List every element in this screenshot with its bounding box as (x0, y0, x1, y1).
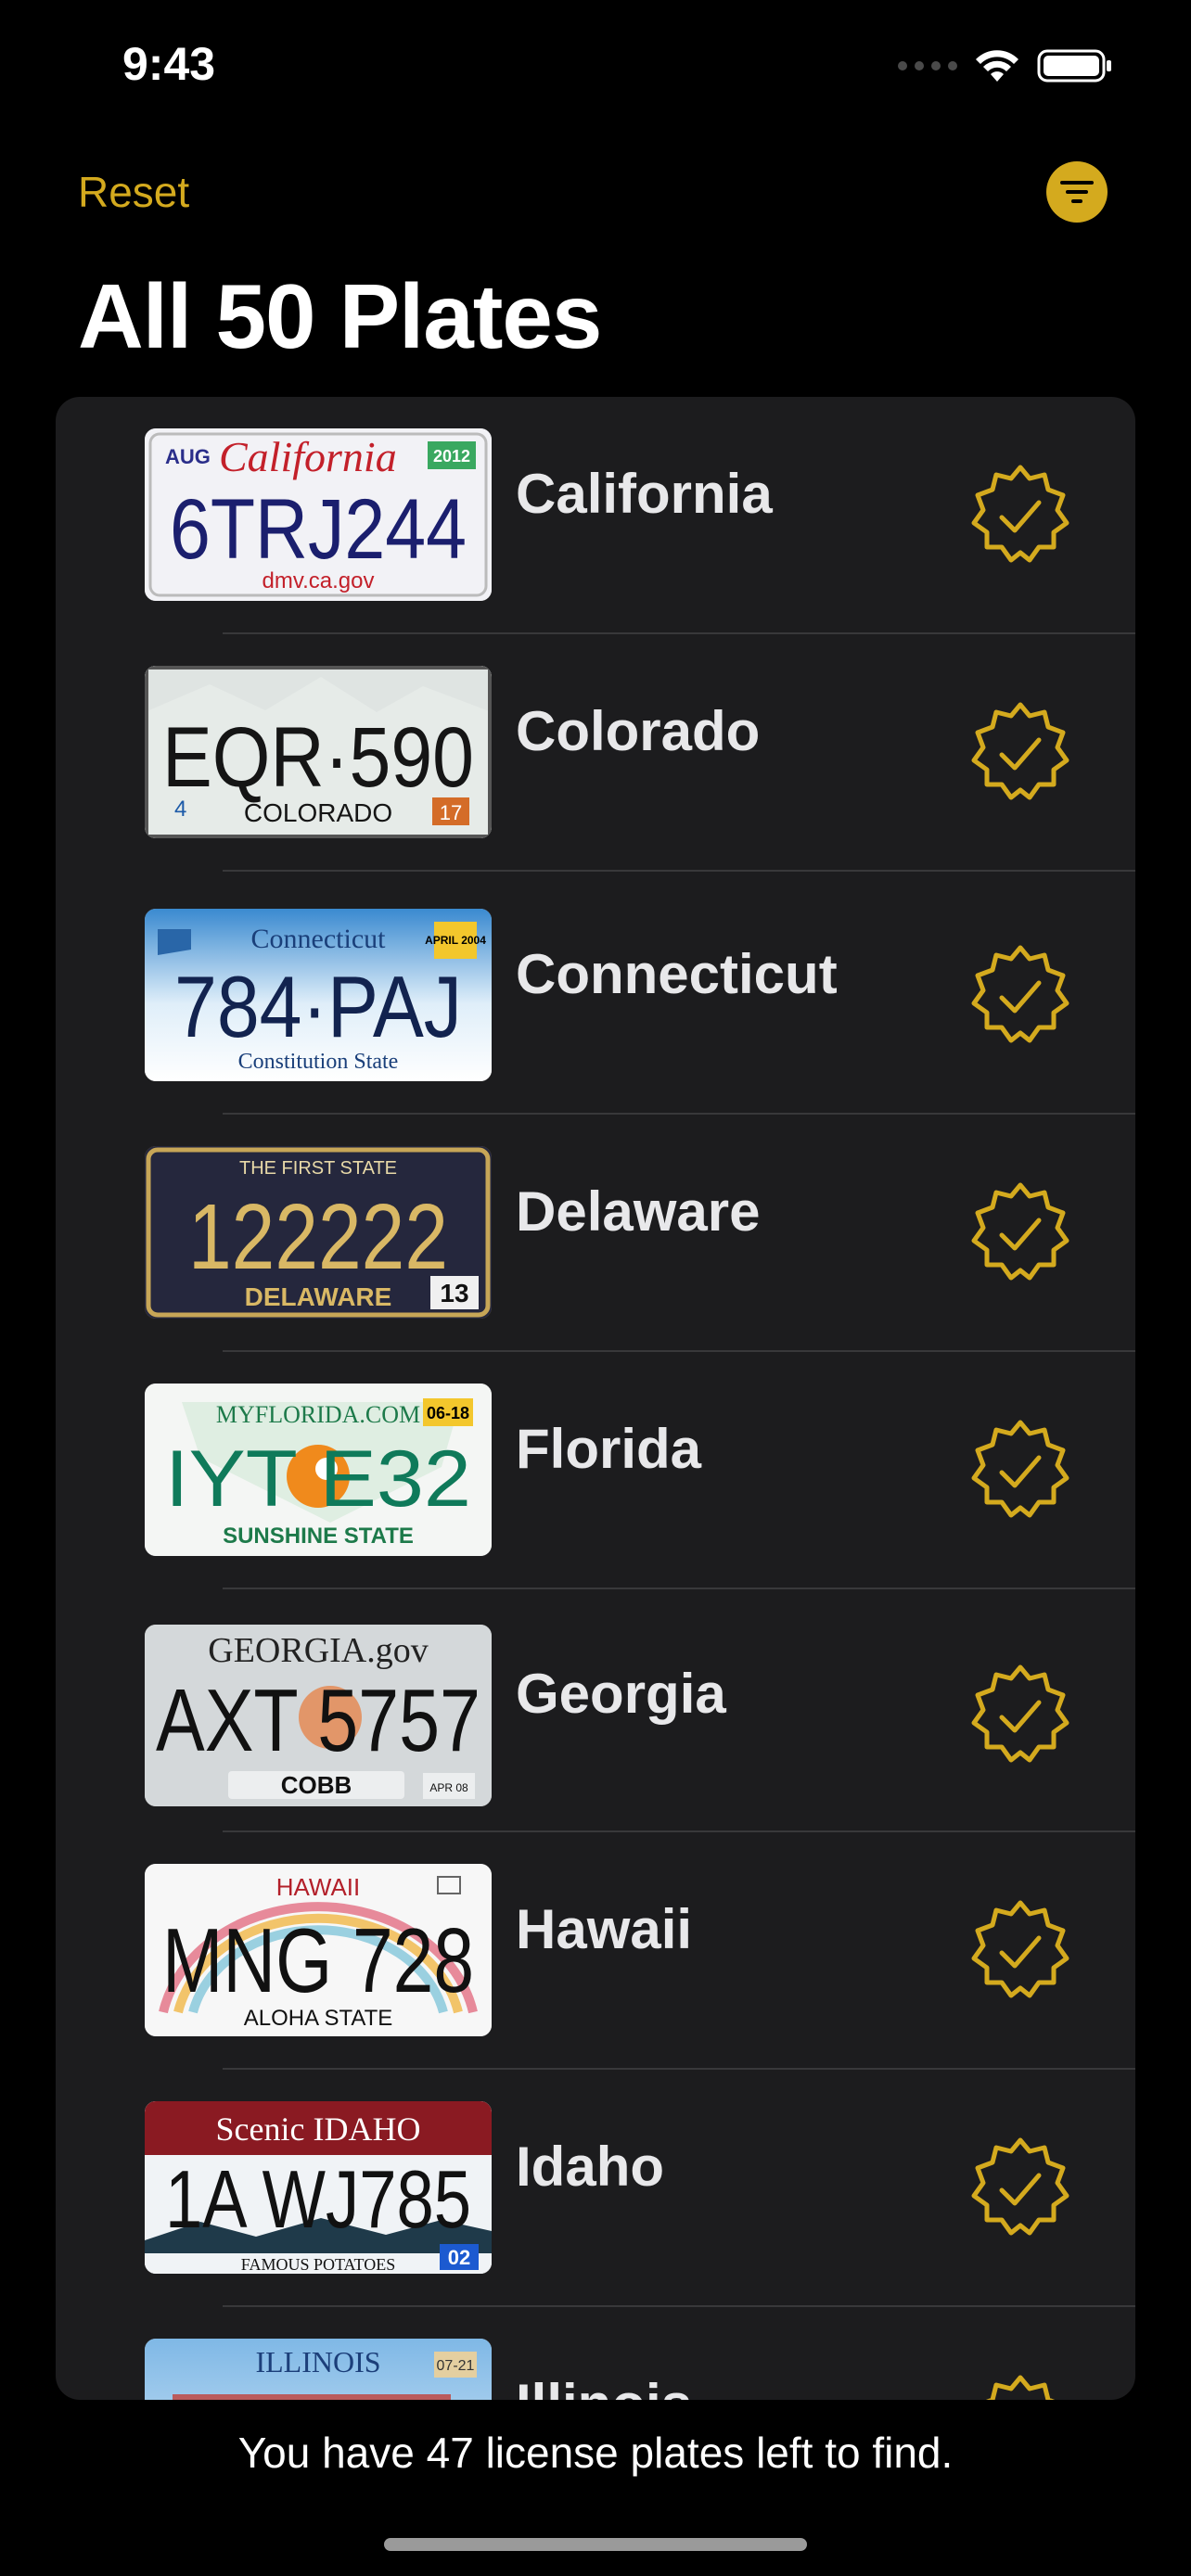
plate-top-text: HAWAII (276, 1873, 361, 1901)
state-name: Connecticut (516, 943, 838, 1005)
state-name: Colorado (516, 700, 761, 762)
plate-sticker: 13 (440, 1279, 468, 1307)
license-plate-image: Scenic IDAHO 1A WJ785 FAMOUS POTATOES 02 (145, 2101, 492, 2274)
plate-top-text: THE FIRST STATE (239, 1158, 397, 1179)
plate-top-text: Connecticut (251, 924, 387, 954)
checkmark-seal-icon[interactable] (967, 942, 1074, 1050)
page-title: All 50 Plates (78, 265, 602, 367)
status-icons (898, 48, 1113, 83)
plate-bottom-text: SUNSHINE STATE (223, 1524, 414, 1549)
plate-sticker: APRIL 2004 (425, 934, 486, 947)
state-name: Idaho (516, 2136, 664, 2198)
plate-bottom-text: FAMOUS POTATOES (241, 2255, 395, 2274)
plate-sticker: 07-21 (437, 2358, 475, 2374)
state-name: Delaware (516, 1180, 761, 1243)
filter-icon (1060, 181, 1094, 203)
list-item[interactable]: HAWAII MNG 728 ALOHA STATE Hawaii (56, 1832, 1135, 2070)
plate-bottom-text: COLORADO (244, 798, 392, 827)
checkmark-seal-icon[interactable] (967, 462, 1074, 569)
plate-bottom-text: COBB (281, 1771, 352, 1799)
battery-icon (1037, 49, 1111, 83)
license-plate-image: EQR·590 4 COLORADO 17 (145, 666, 492, 838)
checkmark-seal-icon[interactable] (967, 699, 1074, 807)
license-plate-image: MYFLORIDA.COM 06-18 IYT E32 SUNSHINE STA… (145, 1384, 492, 1556)
plate-number: 784·PAJ (174, 958, 462, 1055)
plate-bottom-text: Constitution State (238, 1050, 399, 1074)
plate-top-text: Scenic IDAHO (216, 2111, 421, 2148)
checkmark-seal-icon[interactable] (967, 2372, 1074, 2400)
license-plate-image: ILLINOIS 07-21 (145, 2339, 492, 2400)
status-time: 9:43 (122, 38, 216, 90)
state-name: California (516, 463, 773, 525)
list-item[interactable]: ILLINOIS 07-21 Illinois (56, 2307, 1135, 2400)
list-item[interactable]: EQR·590 4 COLORADO 17 Colorado (56, 634, 1135, 872)
license-plate-image: HAWAII MNG 728 ALOHA STATE (145, 1864, 492, 2036)
license-plate-image: Connecticut APRIL 2004 784·PAJ Constitut… (145, 909, 492, 1081)
wifi-icon (976, 50, 1018, 82)
plates-remaining-message: You have 47 license plates left to find. (0, 2402, 1191, 2504)
plate-number: 1A WJ785 (165, 2153, 471, 2245)
state-name: Florida (516, 1418, 702, 1480)
license-plate-image: THE FIRST STATE 122222 DELAWARE 13 (145, 1146, 492, 1319)
list-item[interactable]: Scenic IDAHO 1A WJ785 FAMOUS POTATOES 02… (56, 2070, 1135, 2307)
license-plate-image: AUG California 2012 6TRJ244 dmv.ca.gov (145, 428, 492, 601)
plate-sticker: 17 (440, 801, 462, 824)
plate-bottom-text: DELAWARE (245, 1282, 392, 1311)
list-item[interactable]: THE FIRST STATE 122222 DELAWARE 13 Delaw… (56, 1115, 1135, 1352)
checkmark-seal-icon[interactable] (967, 1662, 1074, 1769)
list-item[interactable]: GEORGIA.gov AXT 5757 COBB APR 08 Georgia (56, 1589, 1135, 1832)
navigation-bar: Reset (0, 148, 1191, 241)
checkmark-seal-icon[interactable] (967, 1180, 1074, 1287)
plate-top-text: ILLINOIS (255, 2345, 380, 2378)
plate-corner-tag: AUG (165, 445, 211, 468)
checkmark-seal-icon[interactable] (967, 1417, 1074, 1524)
plate-bottom-text: ALOHA STATE (244, 2006, 393, 2031)
home-indicator[interactable] (384, 2538, 807, 2551)
list-item[interactable]: AUG California 2012 6TRJ244 dmv.ca.gov C… (56, 397, 1135, 634)
reset-button[interactable]: Reset (78, 167, 189, 217)
plate-sticker: 02 (448, 2246, 470, 2269)
plate-top-text: MYFLORIDA.COM (216, 1401, 420, 1428)
list-item[interactable]: MYFLORIDA.COM 06-18 IYT E32 SUNSHINE STA… (56, 1352, 1135, 1589)
plate-sticker: 06-18 (427, 1404, 469, 1422)
plate-corner-tag: 4 (174, 797, 186, 822)
plate-number: IYT E32 (165, 1435, 471, 1524)
list-item[interactable]: Connecticut APRIL 2004 784·PAJ Constitut… (56, 872, 1135, 1115)
state-name: Illinois (516, 2372, 692, 2400)
plate-number: AXT 5757 (156, 1671, 480, 1770)
state-name: Hawaii (516, 1898, 693, 1960)
plate-number: 6TRJ244 (170, 482, 467, 577)
plate-number: MNG 728 (162, 1909, 474, 2011)
checkmark-seal-icon[interactable] (967, 2135, 1074, 2242)
state-name: Georgia (516, 1663, 726, 1725)
filter-button[interactable] (1046, 161, 1108, 223)
plate-number: 122222 (188, 1185, 448, 1289)
license-plate-image: GEORGIA.gov AXT 5757 COBB APR 08 (145, 1625, 492, 1806)
plate-number: EQR·590 (162, 710, 474, 805)
plate-top-text: GEORGIA.gov (208, 1631, 428, 1670)
status-bar: 9:43 (0, 0, 1191, 130)
plates-list[interactable]: AUG California 2012 6TRJ244 dmv.ca.gov C… (56, 397, 1135, 2400)
plate-sticker: APR 08 (429, 1781, 468, 1794)
cellular-signal-icon (898, 61, 957, 70)
plate-top-text: California (219, 433, 397, 480)
plate-bottom-text: dmv.ca.gov (263, 568, 375, 593)
plate-sticker: 2012 (433, 447, 470, 465)
checkmark-seal-icon[interactable] (967, 1897, 1074, 2005)
